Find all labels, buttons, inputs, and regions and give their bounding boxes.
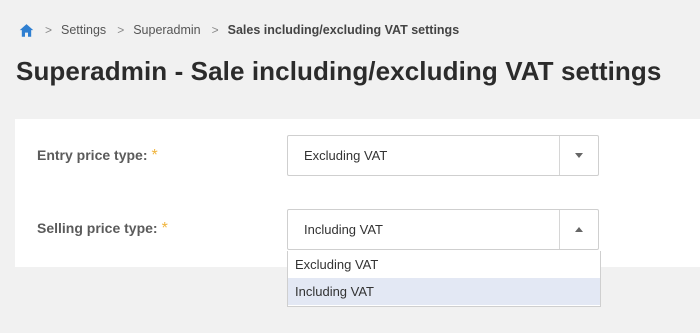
breadcrumb-separator: >	[45, 23, 53, 37]
breadcrumb-separator: >	[117, 23, 125, 37]
required-asterisk: *	[151, 147, 158, 164]
dropdown-option-excluding-vat[interactable]: Excluding VAT	[288, 251, 600, 278]
breadcrumb-settings-link[interactable]: Settings	[61, 23, 106, 37]
entry-price-type-label: Entry price type: *	[37, 147, 158, 165]
breadcrumb-superadmin-link[interactable]: Superadmin	[133, 23, 200, 37]
entry-price-type-value: Excluding VAT	[304, 148, 388, 163]
selling-price-type-select[interactable]: Including VAT	[287, 209, 599, 250]
selling-price-type-label-text: Selling price type:	[37, 220, 158, 236]
dropdown-option-including-vat[interactable]: Including VAT	[288, 278, 600, 305]
settings-panel: Entry price type: * Excluding VAT Selling…	[15, 119, 700, 267]
required-asterisk: *	[161, 220, 168, 237]
chevron-down-icon	[575, 153, 583, 158]
entry-price-type-label-text: Entry price type:	[37, 147, 148, 163]
selling-price-type-dropdown: Excluding VAT Including VAT	[287, 251, 601, 307]
selling-price-type-label: Selling price type: *	[37, 220, 168, 238]
selling-price-type-value: Including VAT	[304, 222, 384, 237]
selling-price-type-toggle[interactable]	[559, 210, 598, 249]
chevron-up-icon	[575, 227, 583, 232]
page-title: Superadmin - Sale including/excluding VA…	[16, 56, 662, 86]
breadcrumb-current-page: Sales including/excluding VAT settings	[227, 23, 460, 37]
breadcrumb: > Settings > Superadmin > Sales includin…	[19, 20, 459, 40]
home-icon[interactable]	[19, 23, 34, 38]
entry-price-type-select[interactable]: Excluding VAT	[287, 135, 599, 176]
entry-price-type-toggle[interactable]	[559, 136, 598, 175]
breadcrumb-separator: >	[211, 23, 219, 37]
